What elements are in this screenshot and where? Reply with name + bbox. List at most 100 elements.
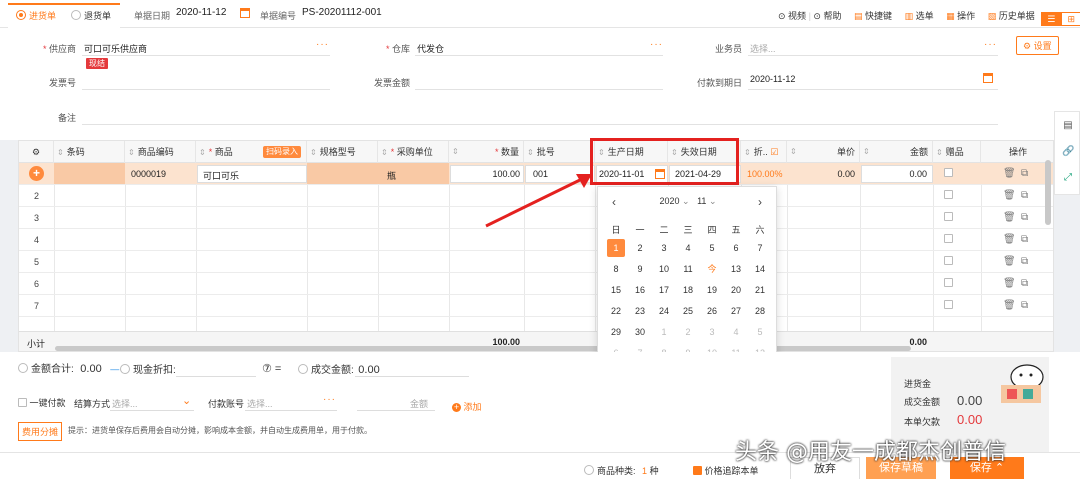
picker-month[interactable]: 11 [697,196,706,206]
calendar-day[interactable]: 11 [676,260,700,278]
video-button[interactable]: ⊙ 视频 [778,11,806,21]
calendar-day[interactable]: 24 [652,302,676,320]
salesman-field[interactable] [748,36,998,56]
invoice-no-field[interactable] [82,70,330,90]
account-more-icon[interactable]: ··· [323,394,336,405]
add-row-icon[interactable]: + [29,166,44,181]
calendar-day[interactable]: 6 [724,239,748,257]
header-unit[interactable]: ⇕ * 采购单位 [378,141,449,163]
copy-icon[interactable]: ⧉ [1021,234,1028,245]
account-select[interactable] [245,410,337,411]
document-icon[interactable]: ▤ [1062,120,1074,132]
table-row[interactable]: 5 🗑 ⧉ [19,251,1053,273]
gift-checkbox[interactable] [944,234,953,243]
calendar-day[interactable]: 2 [676,323,700,341]
calendar-day[interactable]: 今 [700,260,724,278]
calendar-day[interactable]: 28 [748,302,772,320]
header-code[interactable]: ⇕ 商品编码 [125,141,196,163]
next-month-icon[interactable]: › [758,195,762,209]
horizontal-scrollbar[interactable] [55,346,911,351]
calendar-day[interactable]: 1 [652,323,676,341]
salesman-more-icon[interactable]: ··· [984,39,997,50]
grid-view-icon[interactable]: ⊞ [1061,12,1080,26]
supplier-more-icon[interactable]: ··· [316,39,329,50]
header-amount[interactable]: ⇕ 金额 [860,141,933,163]
spec-cell[interactable] [307,163,378,184]
shortcut-button[interactable]: ▤ 快捷键 [854,9,892,22]
help-icon[interactable]: ⑦ = [262,362,281,375]
calendar-day[interactable]: 26 [700,302,724,320]
calendar-day[interactable]: 3 [700,323,724,341]
header-spec[interactable]: ⇕ 规格型号 [307,141,378,163]
copy-icon[interactable]: ⧉ [1021,190,1028,201]
calendar-day[interactable]: 2 [628,239,652,257]
tab-return[interactable]: 退货单 [71,9,111,22]
delete-icon[interactable]: 🗑 [1003,234,1016,245]
calendar-day[interactable]: 7 [748,239,772,257]
cash-discount-field[interactable] [176,376,256,377]
picker-year[interactable]: 2020 [659,196,679,206]
column-settings-icon[interactable]: ⚙ [19,141,54,163]
history-button[interactable]: ▧ 历史单据 [988,9,1035,22]
delete-icon[interactable]: 🗑 [1003,190,1016,201]
calendar-day[interactable]: 3 [652,239,676,257]
operation-button[interactable]: ▦ 操作 [946,9,975,22]
copy-icon[interactable]: ⧉ [1021,212,1028,223]
fee-allocation-button[interactable]: 费用分摊 [18,422,63,441]
calendar-day[interactable]: 16 [628,281,652,299]
calendar-day[interactable]: 30 [628,323,652,341]
invoice-amount-field[interactable] [415,70,663,90]
calendar-day[interactable]: 9 [628,260,652,278]
table-row[interactable]: 6 🗑 ⧉ [19,273,1053,295]
gift-checkbox[interactable] [944,300,953,309]
delete-icon[interactable]: 🗑 [1003,168,1016,179]
calendar-day[interactable]: 23 [628,302,652,320]
calendar-icon[interactable] [240,8,250,18]
calendar-day[interactable]: 15 [604,281,628,299]
calendar-day[interactable]: 17 [652,281,676,299]
add-payment-button[interactable]: + 添加 [452,400,482,413]
header-qty[interactable]: ⇕ * 数量 [449,141,524,163]
header-batch[interactable]: ⇕ 批号 [524,141,595,163]
date-value[interactable]: 2020-11-12 [176,7,226,18]
onekey-pay[interactable]: 一键付款 [18,396,66,409]
calendar-day[interactable]: 10 [652,260,676,278]
remark-field[interactable] [82,105,998,125]
calendar-day[interactable]: 13 [724,260,748,278]
calendar-day[interactable]: 4 [724,323,748,341]
calendar-day[interactable]: 4 [676,239,700,257]
select-doc-button[interactable]: ▥ 选单 [905,9,934,22]
delete-icon[interactable]: 🗑 [1003,212,1016,223]
gift-checkbox[interactable] [944,190,953,199]
onekey-pay-checkbox[interactable] [18,398,27,407]
copy-icon[interactable]: ⧉ [1021,278,1028,289]
delete-icon[interactable]: 🗑 [1003,256,1016,267]
header-price[interactable]: ⇕ 单价 [787,141,860,163]
copy-icon[interactable]: ⧉ [1021,300,1028,311]
warehouse-field[interactable] [415,36,663,56]
calendar-day[interactable]: 25 [676,302,700,320]
calendar-day[interactable]: 14 [748,260,772,278]
calendar-icon[interactable] [983,73,993,83]
vertical-scrollbar[interactable] [1045,160,1051,225]
calendar-day[interactable]: 8 [604,260,628,278]
calendar-day[interactable]: 18 [676,281,700,299]
gift-checkbox[interactable] [944,278,953,287]
gift-checkbox[interactable] [944,212,953,221]
delete-icon[interactable]: 🗑 [1003,300,1016,311]
list-view-icon[interactable]: ☰ [1041,12,1062,26]
calendar-day[interactable]: 27 [724,302,748,320]
price-trace-checkbox[interactable] [693,466,702,475]
calendar-day[interactable]: 21 [748,281,772,299]
delete-icon[interactable]: 🗑 [1003,278,1016,289]
header-discount[interactable]: ⇕ 折.. ☑ [741,141,787,163]
calendar-day[interactable]: 29 [604,323,628,341]
table-row[interactable]: 7 🗑 ⧉ [19,295,1053,317]
gift-checkbox[interactable] [944,168,953,177]
calendar-day[interactable]: 22 [604,302,628,320]
chevron-down-icon[interactable]: ⌄ [182,394,191,407]
header-gift[interactable]: ⇕ 赠品 [933,141,981,163]
tab-purchase[interactable]: 进货单 [16,9,56,22]
calendar-day[interactable]: 5 [748,323,772,341]
settle-select[interactable] [110,410,194,411]
